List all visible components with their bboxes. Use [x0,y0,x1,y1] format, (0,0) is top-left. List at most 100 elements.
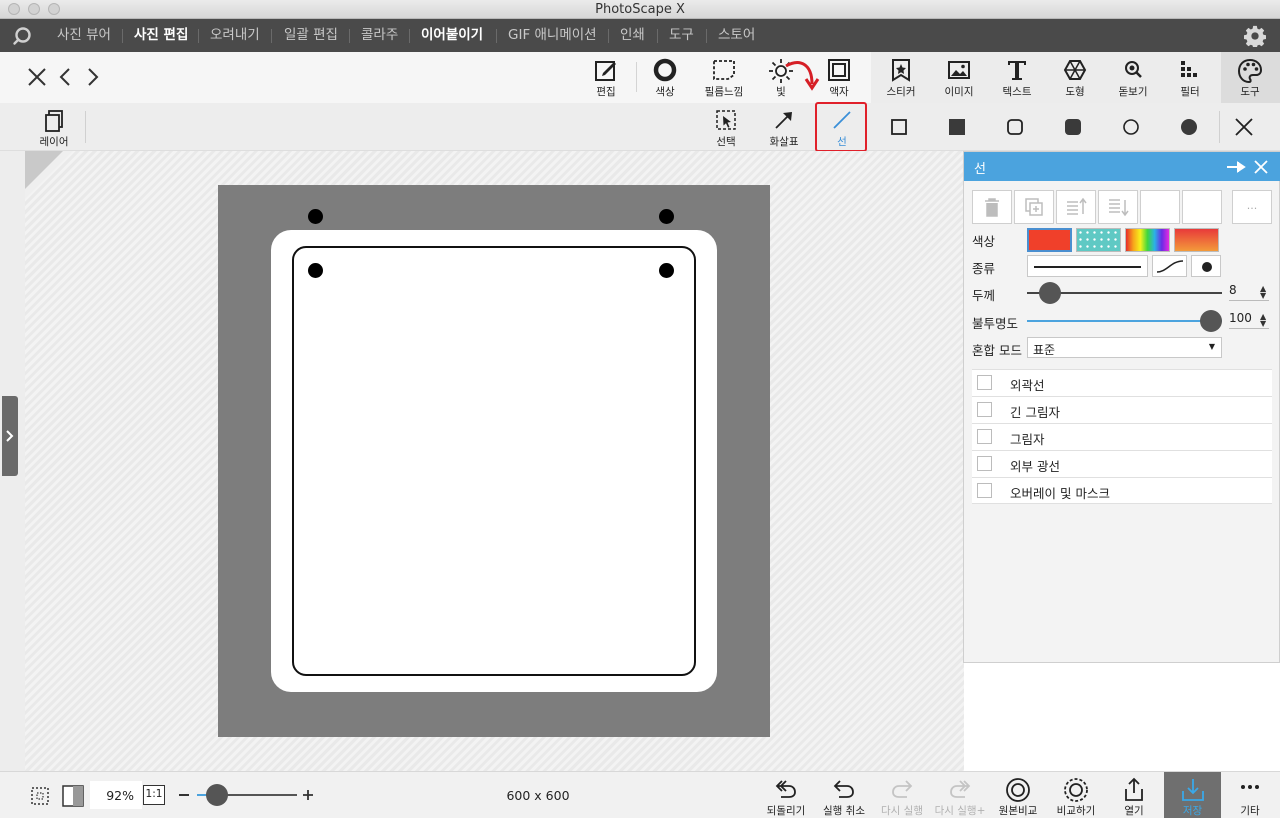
tool-magnifier[interactable]: 돋보기 [1105,52,1161,103]
color-solid-swatch[interactable] [1027,228,1072,252]
tool-text[interactable]: 텍스트 [989,52,1045,103]
thickness-slider-thumb[interactable] [1039,282,1061,304]
undo-all-button[interactable]: 되돌리기 [758,772,814,818]
tool-filter[interactable]: 필터 [1162,52,1218,103]
menu-combine[interactable]: 이어붙이기 [421,19,483,52]
rounded-rect-outline-icon[interactable] [1007,119,1023,135]
menu-batch-edit[interactable]: 일괄 편집 [284,19,338,52]
tool-sticker[interactable]: 스티커 [873,52,929,103]
compare-button[interactable]: 비교하기 [1048,772,1104,818]
close-panel-icon[interactable] [1254,160,1268,174]
opacity-stepper[interactable]: ▲ ▼ [1260,313,1266,328]
select-tool[interactable]: 선택 [697,103,755,151]
circle-outline-icon[interactable] [1123,119,1139,135]
send-backward-button[interactable] [1098,190,1138,224]
arrow-tool[interactable]: 화살표 [755,103,813,151]
line-end-dot[interactable] [1191,255,1221,277]
bring-forward-icon [1067,197,1087,215]
color-gradient-swatch[interactable] [1174,228,1219,252]
tool-color[interactable]: 색상 [637,52,693,103]
undo-button[interactable]: 실행 취소 [816,772,872,818]
opacity-slider-thumb[interactable] [1200,310,1222,332]
sidebar-toggle[interactable] [2,396,18,476]
red-annotation-arrow-icon [785,61,820,91]
menu-separator [496,29,497,43]
palette-icon [1237,58,1263,84]
fit-selection-icon[interactable] [30,786,50,806]
open-button[interactable]: 열기 [1106,772,1162,818]
film-icon [713,60,735,80]
menu-tools[interactable]: 도구 [669,19,694,52]
duplicate-button[interactable] [1014,190,1054,224]
tool-film[interactable]: 필름느낌 [696,52,752,103]
chevron-left-icon[interactable] [58,67,72,87]
blend-mode-select[interactable]: 표준 ▼ [1027,337,1222,358]
rectangle-outline-icon[interactable] [891,119,907,135]
rectangle-filled-icon[interactable] [949,119,965,135]
effect-outline-row[interactable]: 외곽선 [972,369,1272,396]
menu-collage[interactable]: 콜라주 [361,19,398,52]
select-icon [716,110,736,130]
menu-photo-viewer[interactable]: 사진 뷰어 [57,19,111,52]
layer-button[interactable]: 레이어 [25,103,83,151]
save-button[interactable]: 저장 [1164,772,1221,818]
chevron-right-icon[interactable] [86,67,100,87]
effect-shadow-row[interactable]: 그림자 [972,423,1272,450]
color-rainbow-swatch[interactable] [1125,228,1170,252]
effect-checkbox[interactable] [977,375,992,390]
effect-checkbox[interactable] [977,429,992,444]
more-button[interactable]: 기타 [1222,772,1278,818]
zoom-out-icon[interactable] [179,794,189,796]
zoom-in-icon[interactable] [302,789,314,801]
menu-separator [122,29,123,43]
effect-outer-glow-row[interactable]: 외부 광선 [972,450,1272,477]
pin-icon[interactable] [1226,160,1246,174]
delete-button[interactable] [972,190,1012,224]
tool-tools[interactable]: 도구 [1222,52,1278,103]
more-options-button[interactable]: ... [1232,190,1272,224]
zoom-field[interactable]: 92% [90,781,142,809]
circle-filled-icon[interactable] [1181,119,1197,135]
menu-print[interactable]: 인쇄 [620,19,645,52]
redo-button[interactable]: 다시 실행 [874,772,930,818]
tool-shape[interactable]: 도형 [1047,52,1103,103]
zoom-1to1-button[interactable]: 1:1 [143,785,165,805]
tool-sticker-label: 스티커 [886,86,916,98]
line-properties-panel: 선 ... 색상 종류 두께 8 ▲ ▼ 불투명도 100 ▲ ▼ 혼합 모드 … [963,151,1280,663]
undo-label: 실행 취소 [823,805,865,817]
effect-checkbox[interactable] [977,483,992,498]
effect-overlay-mask-row[interactable]: 오버레이 및 마스크 [972,477,1272,504]
close-subtoolbar-icon[interactable] [1234,117,1254,137]
compare-original-button[interactable]: 원본비교 [990,772,1046,818]
tool-image[interactable]: 이미지 [931,52,987,103]
bottom-bar: 92% 1:1 600 x 600 되돌리기 실행 취소 다시 실행 다시 실행… [0,771,1280,818]
tool-edit[interactable]: 편집 [578,52,634,103]
menu-photo-editor[interactable]: 사진 편집 [134,19,188,52]
control-dot [659,209,674,224]
redo-all-button[interactable]: 다시 실행+ [930,772,990,818]
color-pattern-swatch[interactable] [1076,228,1121,252]
gear-icon[interactable] [1244,25,1266,47]
menu-store[interactable]: 스토어 [718,19,755,52]
menu-cut-out[interactable]: 오려내기 [210,19,260,52]
type-label: 종류 [972,261,996,276]
zoom-slider-thumb[interactable] [206,784,228,806]
background-toggle-icon[interactable] [62,785,84,807]
menu-gif-animation[interactable]: GIF 애니메이션 [508,19,597,52]
effect-checkbox[interactable] [977,402,992,417]
effect-long-shadow-row[interactable]: 긴 그림자 [972,396,1272,423]
photoscape-logo-icon[interactable] [12,26,32,46]
line-type-curve[interactable] [1152,255,1187,277]
rounded-rect-filled-icon[interactable] [1065,119,1081,135]
opacity-slider[interactable] [1027,320,1222,322]
empty-action-button[interactable] [1140,190,1180,224]
bring-forward-button[interactable] [1056,190,1096,224]
line-type-straight[interactable] [1027,255,1148,277]
control-dot [308,209,323,224]
panel-title: 선 [974,162,986,177]
close-icon[interactable] [27,67,47,87]
thickness-stepper[interactable]: ▲ ▼ [1260,285,1266,300]
effect-checkbox[interactable] [977,456,992,471]
empty-action-button[interactable] [1182,190,1222,224]
redo-label: 다시 실행 [881,805,923,817]
